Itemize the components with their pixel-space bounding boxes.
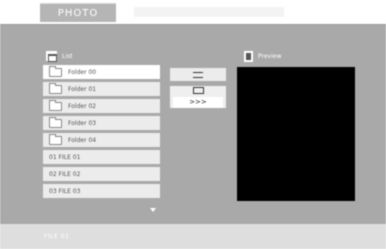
folder-icon — [49, 133, 62, 145]
list-item-label: Folder 04 — [68, 136, 97, 144]
list-item-label: Folder 00 — [68, 68, 97, 76]
slideshow-button[interactable]: >>> — [170, 86, 226, 108]
page-icon — [193, 71, 203, 78]
status-text: FILE 01 — [44, 233, 70, 240]
list-item-label: Folder 02 — [68, 102, 97, 110]
list-header-label: List — [62, 52, 73, 60]
folder-icon — [49, 116, 62, 128]
list-item[interactable]: 02 FILE 02 — [43, 167, 160, 181]
preview-area — [237, 67, 355, 201]
list-item[interactable]: Folder 04 — [43, 133, 160, 147]
list-item-label: Folder 01 — [68, 85, 97, 93]
folder-icon — [49, 65, 62, 77]
tab-bar-background — [134, 7, 284, 17]
preview-header-label: Preview — [258, 52, 282, 60]
tab-photo[interactable]: PHOTO — [40, 3, 116, 22]
list-item[interactable]: 01 FILE 01 — [43, 150, 160, 164]
slideshow-label: >>> — [173, 96, 223, 108]
list-header: List — [46, 49, 73, 63]
file-list: Folder 00 Folder 01 Folder 02 Folder 03 … — [43, 65, 160, 201]
page-button[interactable] — [170, 68, 226, 81]
folder-list-icon — [46, 51, 57, 62]
list-item[interactable]: Folder 00 — [43, 65, 160, 79]
folder-icon — [49, 82, 62, 94]
list-item[interactable]: Folder 02 — [43, 99, 160, 113]
slideshow-icon — [192, 86, 204, 94]
list-item-label: 02 FILE 02 — [49, 170, 81, 178]
scroll-down-icon[interactable] — [150, 208, 156, 212]
list-item[interactable]: Folder 03 — [43, 116, 160, 130]
list-item-label: 03 FILE 03 — [49, 187, 81, 195]
list-item-label: Folder 03 — [68, 119, 97, 127]
preview-header: Preview — [244, 49, 281, 63]
preview-icon — [244, 50, 253, 62]
folder-icon — [49, 99, 62, 111]
list-item-label: 01 FILE 01 — [49, 153, 81, 161]
list-item[interactable]: 03 FILE 03 — [43, 184, 160, 198]
list-item[interactable]: Folder 01 — [43, 82, 160, 96]
